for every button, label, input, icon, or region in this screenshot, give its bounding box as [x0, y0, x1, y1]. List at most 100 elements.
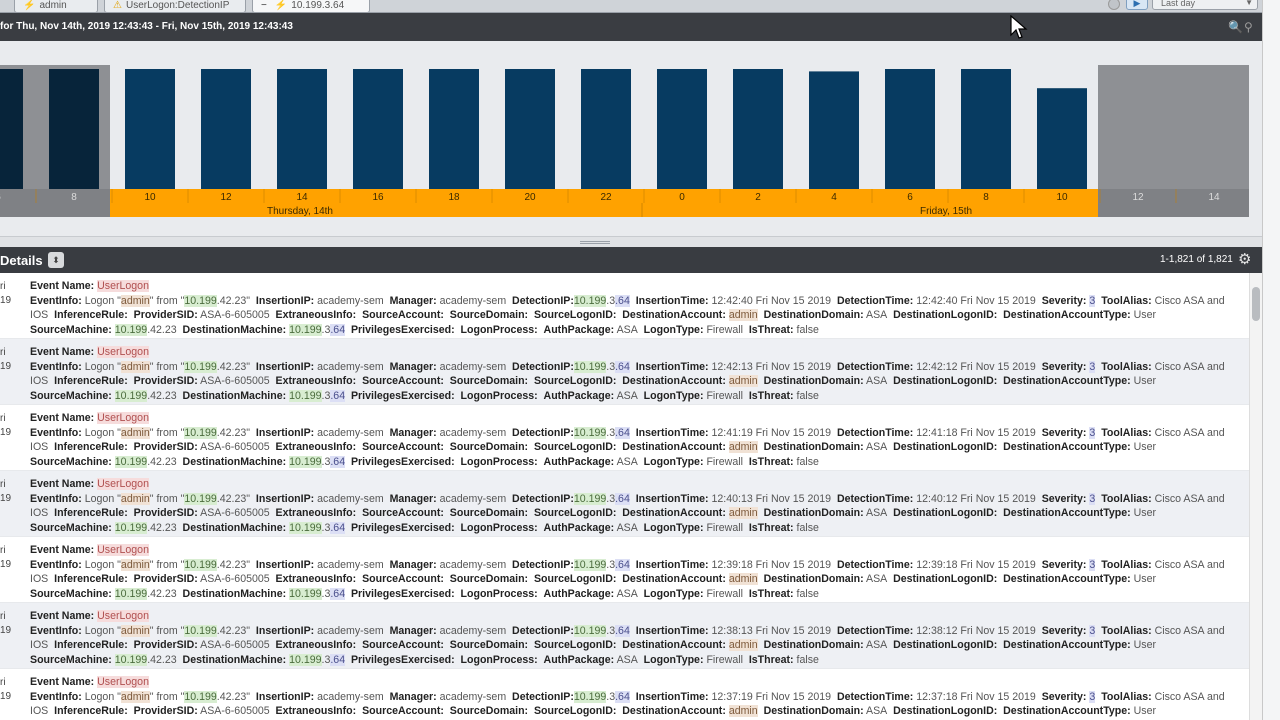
tab-ip-filter[interactable]: − ⚡ 10.199.3.64: [252, 0, 370, 13]
ip-part[interactable]: 10.199: [184, 294, 217, 307]
ip-part[interactable]: 10.199: [289, 521, 322, 534]
destination-account-value[interactable]: admin: [728, 573, 758, 585]
play-button[interactable]: ▶: [1126, 0, 1148, 10]
gear-icon[interactable]: ⚙: [1238, 250, 1251, 268]
event-row[interactable]: ri 19 Event Name: UserLogon EventInfo: L…: [0, 339, 1249, 405]
event-name-value[interactable]: UserLogon: [97, 280, 149, 292]
ip-part[interactable]: .64: [615, 426, 630, 439]
destination-account-value[interactable]: admin: [728, 375, 758, 387]
ip-part[interactable]: 10.199: [184, 558, 217, 571]
event-row[interactable]: ri 19 Event Name: UserLogon EventInfo: L…: [0, 669, 1249, 720]
event-name-value[interactable]: UserLogon: [97, 346, 149, 358]
event-row[interactable]: ri 19 Event Name: UserLogon EventInfo: L…: [0, 405, 1249, 471]
manager-value: academy-sem: [439, 624, 507, 637]
destination-account-value[interactable]: admin: [728, 639, 758, 651]
event-row[interactable]: ri 19 Event Name: UserLogon EventInfo: L…: [0, 537, 1249, 603]
ip-part[interactable]: 10.199: [573, 360, 607, 373]
user-value[interactable]: admin: [120, 624, 150, 637]
ip-part[interactable]: .64: [615, 492, 630, 505]
panel-splitter[interactable]: [0, 236, 1262, 247]
detection-time-value: 12:42:40 Fri Nov 15 2019: [916, 294, 1036, 307]
ip-part[interactable]: .64: [330, 587, 346, 600]
ip-part[interactable]: 10.199: [289, 587, 322, 600]
ip-part[interactable]: 10.199: [573, 690, 607, 703]
field-label: ExtraneousInfo:: [275, 507, 357, 519]
event-row[interactable]: ri 19 Event Name: UserLogon EventInfo: L…: [0, 273, 1249, 339]
user-value[interactable]: admin: [120, 492, 150, 505]
user-value[interactable]: admin: [120, 426, 150, 439]
user-value[interactable]: admin: [120, 360, 150, 373]
ip-part[interactable]: .64: [330, 521, 346, 534]
splitter-grip-icon[interactable]: [580, 241, 610, 244]
destination-account-value[interactable]: admin: [728, 705, 758, 717]
ip-part[interactable]: .64: [615, 360, 630, 373]
event-list[interactable]: ri 19 Event Name: UserLogon EventInfo: L…: [0, 273, 1249, 720]
provider-sid-value: ASA-6-605005: [200, 639, 270, 651]
field-label: Severity:: [1041, 624, 1087, 637]
user-value[interactable]: admin: [120, 690, 150, 703]
event-row[interactable]: ri 19 Event Name: UserLogon EventInfo: L…: [0, 471, 1249, 537]
ip-part[interactable]: 10.199: [184, 360, 217, 373]
ip-part[interactable]: 10.199: [114, 389, 148, 402]
ip-part[interactable]: .64: [615, 690, 630, 703]
time-range-select[interactable]: Last day ▼: [1152, 0, 1258, 10]
ip-part[interactable]: 10.199: [184, 492, 217, 505]
ip-part[interactable]: 10.199: [573, 558, 607, 571]
ip-part[interactable]: .64: [330, 455, 346, 468]
user-value[interactable]: admin: [120, 294, 150, 307]
field-label: IsThreat:: [748, 653, 794, 666]
ip-part[interactable]: 10.199: [289, 455, 322, 468]
ip-part[interactable]: 10.199: [573, 624, 607, 637]
ip-part[interactable]: 10.199: [114, 587, 148, 600]
user-value[interactable]: admin: [120, 558, 150, 571]
severity-value[interactable]: 3: [1089, 492, 1096, 505]
ip-part[interactable]: 10.199: [573, 426, 607, 439]
details-toggle-icon[interactable]: ⬍: [48, 252, 64, 268]
event-date: ri 19: [0, 545, 12, 570]
ip-part[interactable]: .64: [615, 624, 630, 637]
warning-icon: ⚠: [113, 0, 122, 11]
destination-account-value[interactable]: admin: [728, 441, 758, 453]
ip-part[interactable]: 10.199: [114, 455, 148, 468]
zoom-in-icon[interactable]: 🔍: [1228, 20, 1243, 34]
event-row[interactable]: ri 19 Event Name: UserLogon EventInfo: L…: [0, 603, 1249, 669]
field-label: SourceAccount:: [362, 375, 444, 387]
ip-part[interactable]: 10.199: [114, 323, 148, 336]
event-name-value[interactable]: UserLogon: [97, 610, 149, 622]
event-name-value[interactable]: UserLogon: [97, 676, 149, 688]
ip-part[interactable]: 10.199: [289, 653, 322, 666]
ip-part[interactable]: 10.199: [573, 294, 607, 307]
tab-userlogon-detectionip[interactable]: ⚠ UserLogon:DetectionIP: [104, 0, 246, 13]
refresh-icon[interactable]: [1108, 0, 1120, 10]
severity-value[interactable]: 3: [1089, 294, 1096, 307]
ip-part[interactable]: 10.199: [289, 389, 322, 402]
ip-part[interactable]: 10.199: [573, 492, 607, 505]
ip-part[interactable]: .64: [615, 294, 630, 307]
ip-part[interactable]: 10.199: [114, 521, 148, 534]
destination-account-value[interactable]: admin: [728, 507, 758, 519]
severity-value[interactable]: 3: [1089, 426, 1096, 439]
event-name-value[interactable]: UserLogon: [97, 478, 149, 490]
severity-value[interactable]: 3: [1089, 360, 1096, 373]
tab-admin[interactable]: ⚡ admin: [14, 0, 98, 13]
severity-value[interactable]: 3: [1089, 624, 1096, 637]
ip-part[interactable]: 10.199: [184, 624, 217, 637]
zoom-out-icon[interactable]: ⚲: [1244, 20, 1257, 34]
severity-value[interactable]: 3: [1089, 690, 1096, 703]
ip-part[interactable]: 10.199: [114, 653, 148, 666]
severity-value[interactable]: 3: [1089, 558, 1096, 571]
collapse-icon[interactable]: −: [261, 0, 267, 11]
ip-part[interactable]: .64: [330, 653, 346, 666]
ip-part[interactable]: 10.199: [289, 323, 322, 336]
event-name-value[interactable]: UserLogon: [97, 544, 149, 556]
ip-part[interactable]: 10.199: [184, 690, 217, 703]
scroll-thumb[interactable]: [1252, 287, 1260, 321]
destination-account-value[interactable]: admin: [728, 309, 758, 321]
list-scrollbar[interactable]: [1249, 273, 1262, 720]
ip-part[interactable]: 10.199: [184, 426, 217, 439]
ip-part[interactable]: .64: [615, 558, 630, 571]
event-name-value[interactable]: UserLogon: [97, 412, 149, 424]
ip-part[interactable]: .64: [330, 323, 346, 336]
histogram-bar: [657, 69, 707, 189]
ip-part[interactable]: .64: [330, 389, 346, 402]
